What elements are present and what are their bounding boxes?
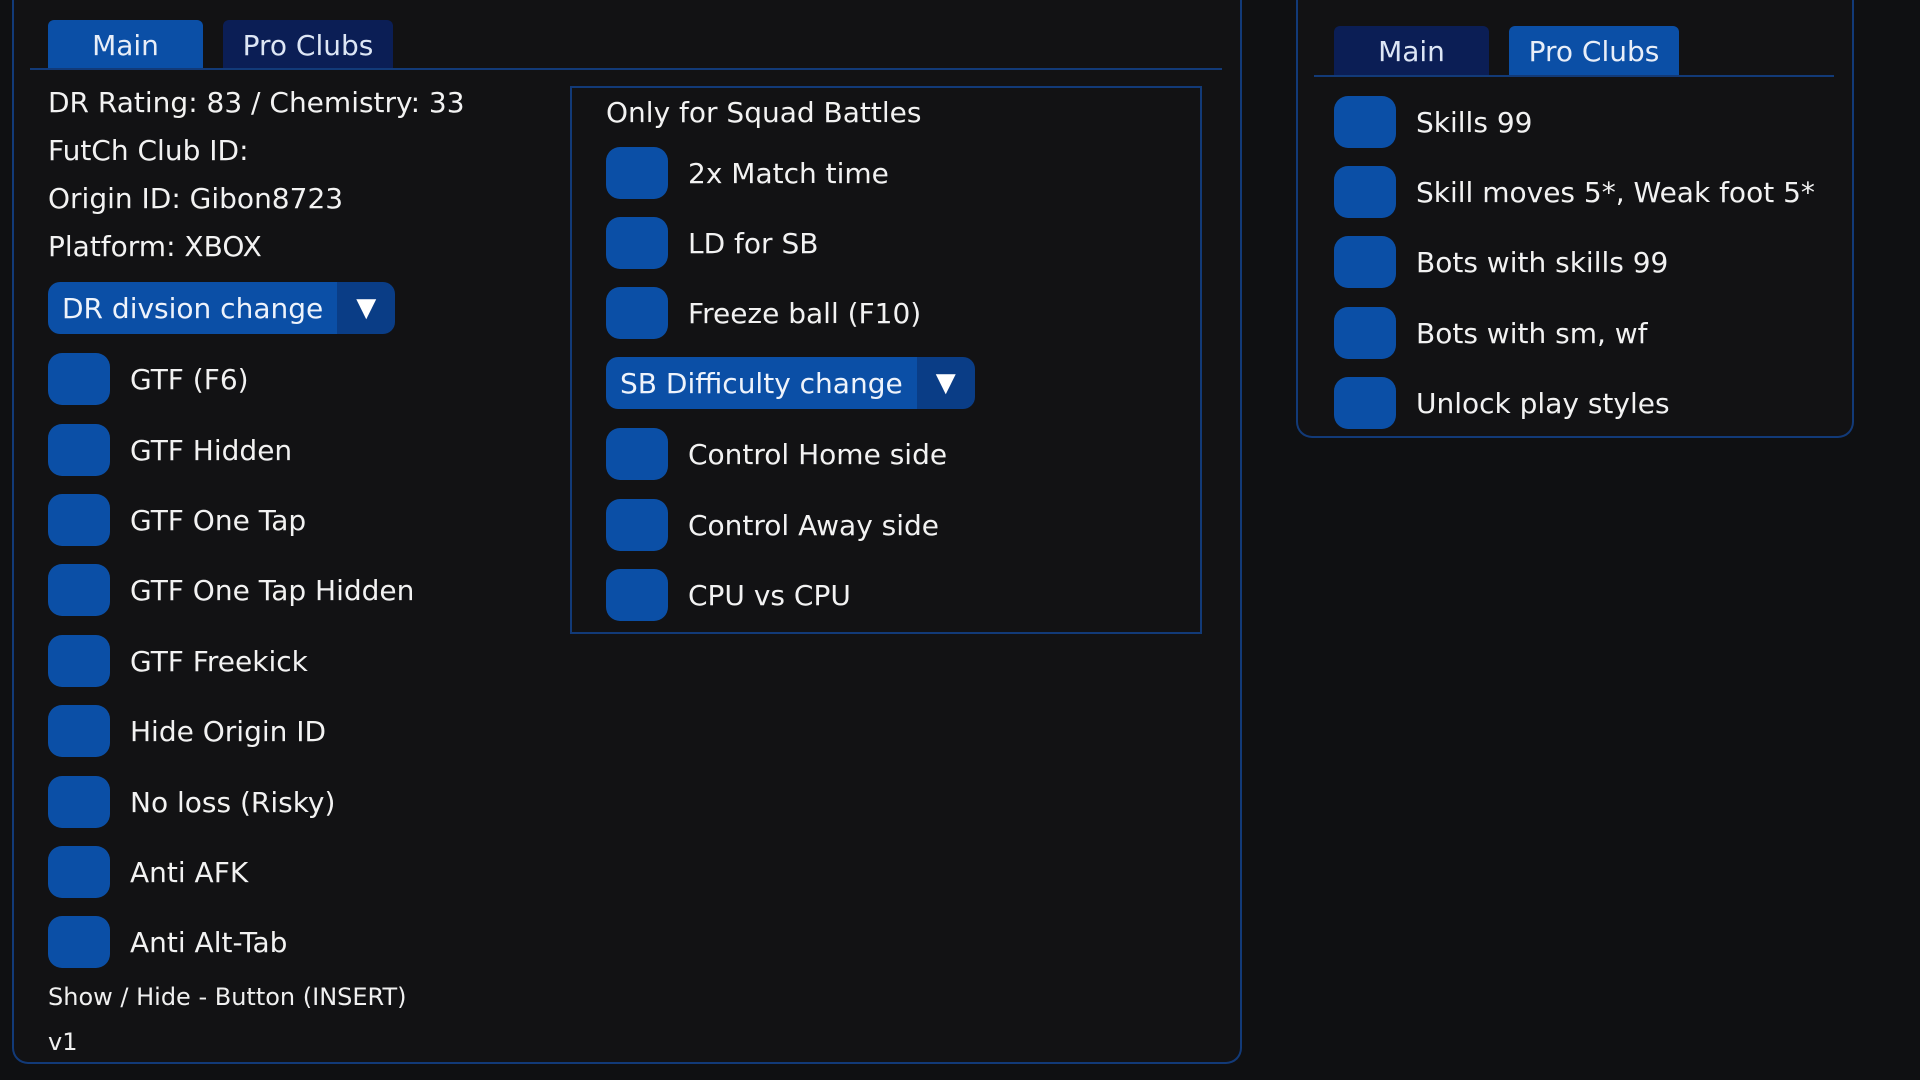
toggle-label: Anti AFK — [130, 855, 249, 889]
toggle-box[interactable] — [1334, 96, 1396, 148]
show-hide-hint: Show / Hide - Button (INSERT) — [48, 983, 407, 1011]
toggle-label: Anti Alt-Tab — [130, 925, 288, 959]
sb-difficulty-dropdown[interactable]: SB Difficulty change ▼ — [606, 357, 975, 409]
toggle-box[interactable] — [606, 569, 668, 621]
dropdown-arrow-icon[interactable]: ▼ — [337, 282, 396, 334]
toggle-anti-alt-tab[interactable]: Anti Alt-Tab — [48, 913, 287, 971]
toggle-gtf-one-tap[interactable]: GTF One Tap — [48, 491, 306, 549]
toggle-box[interactable] — [48, 846, 110, 898]
toggle-box[interactable] — [1334, 377, 1396, 429]
toggle-label: GTF Hidden — [130, 433, 293, 467]
toggle-label: Skill moves 5*, Weak foot 5* — [1416, 175, 1815, 209]
toggle-box[interactable] — [48, 353, 110, 405]
toggle-label: GTF One Tap — [130, 503, 307, 537]
toggle-control-home-side[interactable]: Control Home side — [606, 425, 947, 483]
dropdown-label: DR divsion change — [48, 282, 338, 334]
toggle-label: Control Away side — [688, 508, 940, 542]
squad-battles-title: Only for Squad Battles — [606, 96, 922, 129]
dr-rating-text: DR Rating: 83 / Chemistry: 33 — [48, 86, 465, 119]
toggle-cpu-vs-cpu[interactable]: CPU vs CPU — [606, 566, 851, 624]
club-id-text: FutCh Club ID: — [48, 134, 249, 167]
toggle-box[interactable] — [606, 217, 668, 269]
toggle-box[interactable] — [1334, 236, 1396, 288]
toggle-label: Control Home side — [688, 437, 948, 471]
toggle-box[interactable] — [48, 705, 110, 757]
toggle-label: 2x Match time — [688, 156, 889, 190]
toggle-label: LD for SB — [688, 226, 819, 260]
tab-pro-clubs[interactable]: Pro Clubs — [1509, 26, 1679, 76]
toggle-box[interactable] — [606, 147, 668, 199]
toggle-skill-moves-weak-foot[interactable]: Skill moves 5*, Weak foot 5* — [1334, 163, 1815, 221]
toggle-label: Unlock play styles — [1416, 386, 1670, 420]
version-label: v1 — [48, 1028, 78, 1056]
toggle-label: GTF (F6) — [130, 362, 249, 396]
tab-main[interactable]: Main — [48, 20, 203, 70]
platform-text: Platform: XBOX — [48, 230, 262, 263]
toggle-unlock-play-styles[interactable]: Unlock play styles — [1334, 374, 1670, 432]
toggle-label: GTF Freekick — [130, 644, 308, 678]
toggle-anti-afk[interactable]: Anti AFK — [48, 843, 248, 901]
toggle-box[interactable] — [48, 494, 110, 546]
toggle-box[interactable] — [48, 776, 110, 828]
toggle-box[interactable] — [48, 916, 110, 968]
toggle-2x-match-time[interactable]: 2x Match time — [606, 144, 889, 202]
toggle-box[interactable] — [48, 424, 110, 476]
origin-id-text: Origin ID: Gibon8723 — [48, 182, 344, 215]
toggle-label: GTF One Tap Hidden — [130, 573, 415, 607]
toggle-skills-99[interactable]: Skills 99 — [1334, 93, 1532, 151]
toggle-box[interactable] — [606, 428, 668, 480]
toggle-label: Skills 99 — [1416, 105, 1533, 139]
toggle-label: CPU vs CPU — [688, 578, 851, 612]
left-tab-bar: Main Pro Clubs — [48, 20, 393, 70]
toggle-label: Freeze ball (F10) — [688, 296, 922, 330]
dropdown-arrow-icon[interactable]: ▼ — [916, 357, 975, 409]
toggle-box[interactable] — [48, 635, 110, 687]
toggle-box[interactable] — [1334, 307, 1396, 359]
tab-main[interactable]: Main — [1334, 26, 1489, 76]
tab-divider — [1314, 75, 1834, 77]
toggle-box[interactable] — [1334, 166, 1396, 218]
toggle-hide-origin-id[interactable]: Hide Origin ID — [48, 702, 326, 760]
toggle-gtf-freekick[interactable]: GTF Freekick — [48, 632, 308, 690]
toggle-label: Bots with skills 99 — [1416, 245, 1669, 279]
tab-pro-clubs[interactable]: Pro Clubs — [223, 20, 393, 70]
toggle-gtf-one-tap-hidden[interactable]: GTF One Tap Hidden — [48, 561, 414, 619]
dropdown-label: SB Difficulty change — [606, 357, 917, 409]
toggle-bots-skills-99[interactable]: Bots with skills 99 — [1334, 233, 1668, 291]
toggle-no-loss[interactable]: No loss (Risky) — [48, 773, 335, 831]
toggle-label: Hide Origin ID — [130, 714, 327, 748]
toggle-gtf-hidden[interactable]: GTF Hidden — [48, 421, 292, 479]
tab-divider — [30, 68, 1222, 70]
toggle-box[interactable] — [606, 287, 668, 339]
toggle-gtf-f6[interactable]: GTF (F6) — [48, 350, 249, 408]
right-tab-bar: Main Pro Clubs — [1334, 26, 1679, 76]
toggle-box[interactable] — [48, 564, 110, 616]
toggle-bots-sm-wf[interactable]: Bots with sm, wf — [1334, 304, 1648, 362]
toggle-box[interactable] — [606, 499, 668, 551]
toggle-control-away-side[interactable]: Control Away side — [606, 496, 939, 554]
toggle-ld-for-sb[interactable]: LD for SB — [606, 214, 818, 272]
toggle-label: No loss (Risky) — [130, 785, 336, 819]
dr-division-dropdown[interactable]: DR divsion change ▼ — [48, 282, 396, 334]
toggle-freeze-ball[interactable]: Freeze ball (F10) — [606, 284, 921, 342]
toggle-label: Bots with sm, wf — [1416, 316, 1648, 350]
